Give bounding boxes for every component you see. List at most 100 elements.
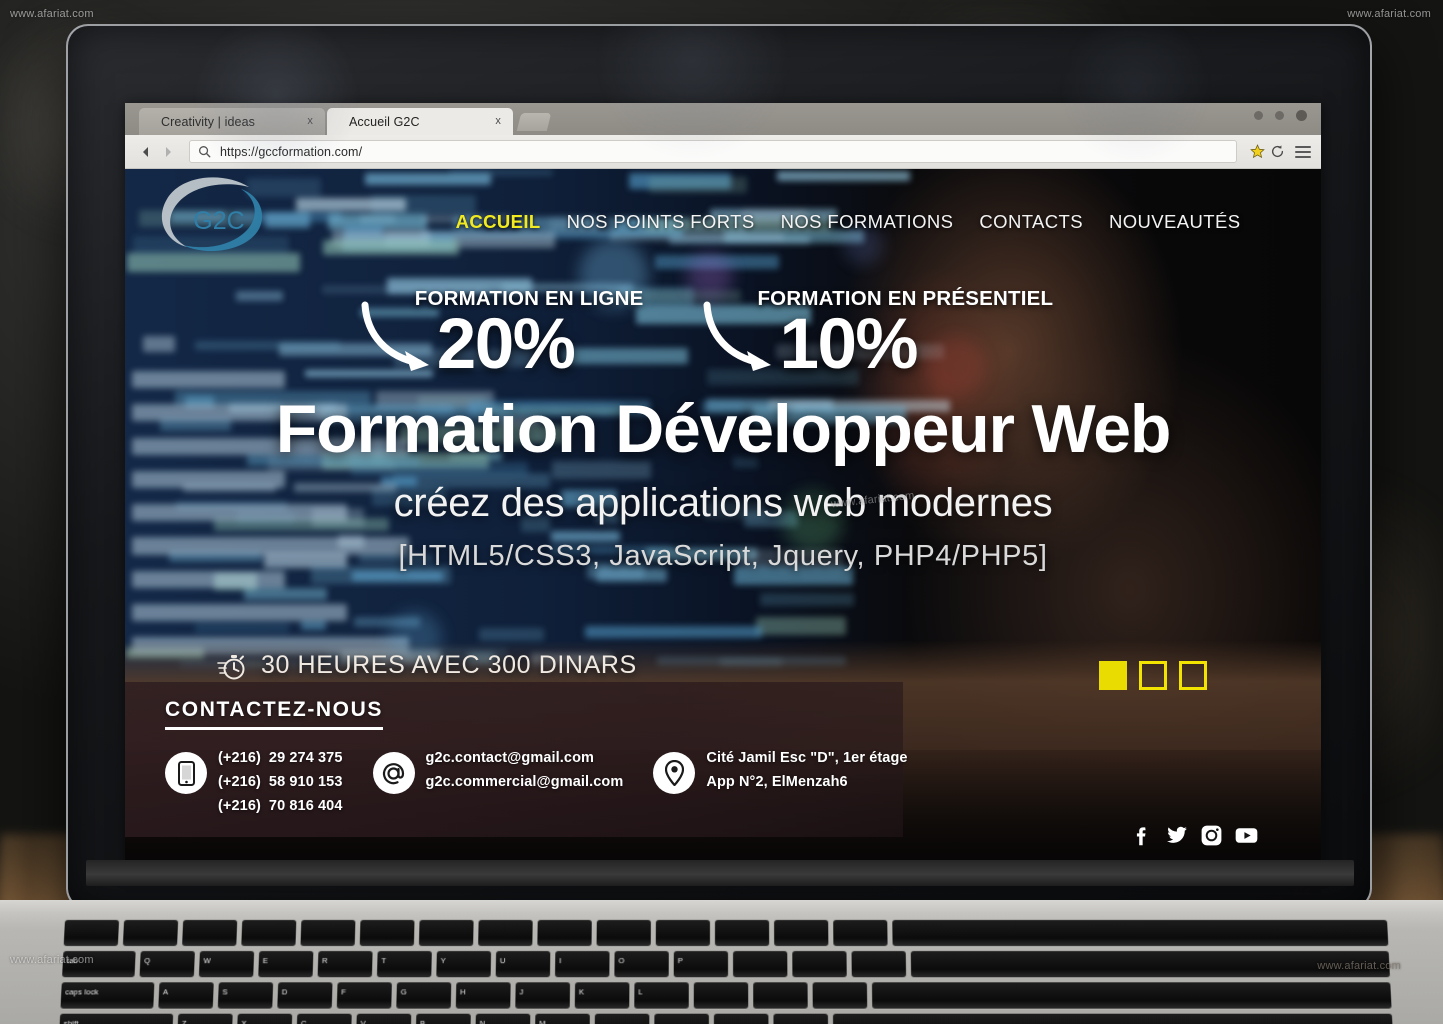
keyboard-key[interactable]: R [318, 951, 373, 977]
map-pin-icon [653, 752, 695, 794]
close-button[interactable] [1296, 110, 1307, 121]
keyboard-key[interactable]: Z [177, 1014, 233, 1024]
keyboard-key[interactable]: G [396, 982, 451, 1008]
twitter-icon[interactable] [1164, 823, 1189, 848]
watermark-bottom-left: www.afariat.com [10, 954, 94, 966]
code-line [756, 617, 846, 636]
url-text: https://gccformation.com/ [220, 145, 362, 159]
keyboard-key[interactable]: U [496, 951, 551, 977]
keyboard-key[interactable]: L [634, 982, 689, 1008]
keyboard-key[interactable]: caps lock [60, 982, 154, 1008]
keyboard-key[interactable] [774, 920, 828, 946]
keyboard-key[interactable] [773, 1014, 828, 1024]
keyboard-key[interactable] [714, 1014, 769, 1024]
new-tab-button[interactable] [517, 113, 551, 131]
keyboard-key[interactable]: K [575, 982, 630, 1008]
keyboard-key[interactable]: X [237, 1014, 292, 1024]
keyboard-key[interactable]: J [515, 982, 570, 1008]
nav-item-accueil[interactable]: ACCUEIL [456, 211, 541, 233]
email-address[interactable]: g2c.commercial@gmail.com [426, 774, 624, 790]
slider-indicator-2[interactable] [1139, 661, 1167, 690]
star-icon[interactable] [1247, 142, 1267, 162]
hero-headline: Formation Développeur Web [125, 394, 1321, 465]
phone-country-code: (+216) [218, 798, 261, 814]
keyboard-key[interactable] [537, 920, 591, 946]
keyboard-key[interactable] [813, 982, 868, 1008]
keyboard-key[interactable] [753, 982, 808, 1008]
keyboard-key[interactable] [733, 951, 787, 977]
nav-item-contacts[interactable]: CONTACTS [979, 211, 1083, 233]
key-label: A [163, 987, 169, 996]
keyboard-key[interactable] [64, 920, 119, 946]
maximize-button[interactable] [1275, 111, 1284, 120]
keyboard-key[interactable]: S [218, 982, 273, 1008]
back-arrow-icon[interactable] [135, 141, 157, 163]
keyboard-key[interactable]: Y [436, 951, 491, 977]
keyboard-key[interactable] [182, 920, 237, 946]
keyboard-key[interactable]: E [258, 951, 313, 977]
nav-item-nouveautes[interactable]: NOUVEAUTÉS [1109, 211, 1240, 233]
keyboard-key[interactable] [792, 951, 846, 977]
key-label: H [460, 987, 466, 996]
keyboard-key[interactable]: T [377, 951, 432, 977]
keyboard-key[interactable]: M [535, 1014, 590, 1024]
instagram-icon[interactable] [1199, 823, 1224, 848]
slider-indicator-3[interactable] [1179, 661, 1207, 690]
keyboard-key[interactable]: H [456, 982, 511, 1008]
phone-number: 70 816 404 [269, 798, 343, 814]
facebook-icon[interactable] [1129, 823, 1154, 848]
nav-item-nos-points-forts[interactable]: NOS POINTS FORTS [567, 211, 755, 233]
keyboard-key[interactable] [654, 1014, 709, 1024]
keyboard-key[interactable] [892, 920, 1388, 946]
keyboard-key[interactable] [833, 1014, 1393, 1024]
keyboard-key[interactable]: V [356, 1014, 411, 1024]
email-address[interactable]: g2c.contact@gmail.com [426, 750, 624, 766]
minimize-button[interactable] [1254, 111, 1263, 120]
keyboard-key[interactable] [123, 920, 178, 946]
keyboard-key[interactable]: I [555, 951, 610, 977]
keyboard-key[interactable]: O [614, 951, 668, 977]
keyboard-key[interactable] [852, 951, 907, 977]
youtube-icon[interactable] [1234, 823, 1259, 848]
promo-value: 20% [437, 312, 644, 377]
browser-tab-accueil-g2c[interactable]: Accueil G2C x [327, 108, 513, 135]
slider-indicators [1099, 661, 1207, 690]
keyboard-key[interactable]: C [296, 1014, 351, 1024]
keyboard-key[interactable] [241, 920, 296, 946]
keyboard-key[interactable] [300, 920, 355, 946]
keyboard-key[interactable] [419, 920, 474, 946]
keyboard-key[interactable] [478, 920, 533, 946]
keyboard-key[interactable] [833, 920, 887, 946]
keyboard-key[interactable]: Q [140, 951, 195, 977]
address-bar[interactable]: https://gccformation.com/ [189, 140, 1237, 163]
keyboard-key[interactable]: N [475, 1014, 530, 1024]
keyboard-key[interactable]: A [158, 982, 213, 1008]
keyboard-key[interactable] [656, 920, 710, 946]
keyboard-key[interactable] [715, 920, 769, 946]
contact-phone-block: (+216) 29 274 375 (+216) 58 910 153 (+216)… [165, 750, 343, 814]
keyboard-key[interactable] [872, 982, 1392, 1008]
keyboard-key[interactable] [595, 1014, 650, 1024]
tab-close-icon[interactable]: x [495, 116, 501, 127]
browser-tab-creativity[interactable]: Creativity | ideas x [139, 108, 325, 135]
reload-icon[interactable] [1267, 142, 1287, 162]
keyboard-key[interactable]: F [337, 982, 392, 1008]
key-label: N [480, 1019, 486, 1024]
keyboard-key[interactable]: W [199, 951, 254, 977]
keyboard-key[interactable] [360, 920, 415, 946]
keyboard-key[interactable] [694, 982, 748, 1008]
watermark-top-right: www.afariat.com [1347, 8, 1431, 20]
keyboard-key[interactable]: shift [59, 1014, 173, 1024]
forward-arrow-icon[interactable] [157, 141, 179, 163]
keyboard-key[interactable] [597, 920, 651, 946]
hamburger-menu-icon[interactable] [1295, 143, 1311, 161]
keyboard-key[interactable]: D [277, 982, 332, 1008]
keyboard-row: tab Q W E R T Y U I O P [62, 951, 1390, 977]
tab-close-icon[interactable]: x [307, 116, 313, 127]
curved-arrow-icon [703, 301, 795, 375]
keyboard-key[interactable]: P [674, 951, 728, 977]
slider-indicator-1[interactable] [1099, 661, 1127, 690]
key-label: E [263, 956, 269, 965]
keyboard-key[interactable]: B [416, 1014, 471, 1024]
nav-item-nos-formations[interactable]: NOS FORMATIONS [781, 211, 954, 233]
